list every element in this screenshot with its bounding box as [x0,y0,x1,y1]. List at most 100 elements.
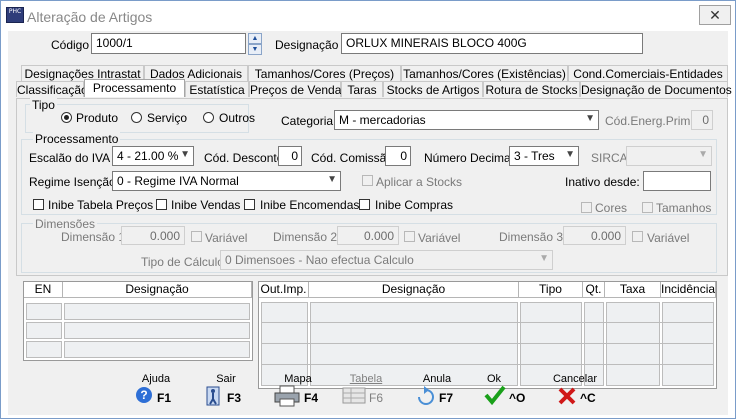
en-grid-header-designacao[interactable]: Designação [63,282,252,298]
taxas-grid-header-taxa[interactable]: Taxa [605,282,661,298]
tipo-calculo-select[interactable]: 0 Dimensoes - Nao efectua Calculo ▼ [220,250,553,270]
ajuda-key: F1 [157,391,172,405]
ajuda-button[interactable]: Ajuda ? F1 [126,373,186,413]
escalao-select[interactable]: 4 - 21.00 % ▼ [112,146,194,166]
grid-cell[interactable] [606,302,660,386]
inibe-vendas-checkbox[interactable] [156,199,167,210]
dimensoes-title: Dimensões [33,217,98,231]
dim2-variavel-label: Variável [418,231,461,245]
dim1-input[interactable]: 0.000 [121,226,185,245]
inibe-tabela-label: Inibe Tabela Preços [48,198,154,212]
grid-cell[interactable] [26,303,62,320]
taxas-grid-header-designacao[interactable]: Designação [309,282,519,298]
radio-servico[interactable] [131,112,142,123]
inativo-label: Inativo desde: [565,175,640,189]
taxas-grid-header-qt[interactable]: Qt. [583,282,605,298]
inativo-input[interactable] [643,171,711,191]
tab-cond-comerciais[interactable]: Cond.Comerciais-Entidades [568,65,728,81]
grid-cell[interactable] [64,322,250,339]
ok-button[interactable]: Ok ^O [476,373,536,413]
chevron-down-icon: ▼ [539,253,549,264]
taxas-grid-header-out-imp[interactable]: Out.Imp. [259,282,309,298]
close-button[interactable]: ✕ [699,5,731,25]
categoria-value: M - mercadorias [339,113,426,127]
tab-classificacao[interactable]: Classificação [16,81,88,97]
anula-key: F7 [439,391,454,405]
sair-label: Sair [216,373,236,385]
tipo-calculo-label: Tipo de Cálculo [141,255,224,269]
tab-estatistica[interactable]: Estatística [185,81,249,97]
dim2-variavel-checkbox[interactable] [404,231,415,242]
chevron-down-icon: ▼ [585,113,595,124]
chevron-down-icon: ▼ [327,174,337,185]
tamanhos-label: Tamanhos [656,201,712,215]
grid-cell[interactable] [64,303,250,320]
num-decimais-select[interactable]: 3 - Tres ▼ [509,146,579,166]
grid-divider [261,343,714,344]
cod-desconto-input[interactable]: 0 [278,146,302,166]
grid-cell[interactable] [64,341,250,358]
inibe-compras-checkbox[interactable] [359,199,370,210]
grid-cell[interactable] [26,322,62,339]
escalao-value: 4 - 21.00 % [117,149,179,163]
tab-designacao-documentos[interactable]: Designação de Documentos [580,81,732,97]
tab-rotura-de-stocks[interactable]: Rotura de Stocks [483,81,580,97]
anula-button[interactable]: Anula F7 [407,373,467,413]
dim1-variavel-checkbox[interactable] [191,231,202,242]
codigo-up-icon[interactable]: ▲ [248,33,262,44]
tab-stocks-de-artigos[interactable]: Stocks de Artigos [383,81,483,97]
cancelar-label: Cancelar [552,373,598,385]
sirca-select[interactable]: ▼ [626,146,712,166]
inibe-tabela-checkbox[interactable] [33,199,44,210]
inibe-vendas-label: Inibe Vendas [171,198,241,212]
radio-outros[interactable] [203,112,214,123]
exit-door-icon [206,386,220,406]
en-grid[interactable]: EN Designação [23,281,253,361]
categoria-select[interactable]: M - mercadorias ▼ [334,110,599,130]
cod-comissao-input[interactable]: 0 [385,146,411,166]
en-grid-header-en[interactable]: EN [24,282,63,298]
tab-processamento[interactable]: Processamento [84,79,185,97]
help-icon: ? [136,387,152,403]
undo-icon [418,386,434,405]
tab-precos-de-venda[interactable]: Preços de Venda [249,81,341,97]
mapa-label: Mapa [284,373,312,385]
grid-cell[interactable] [26,341,62,358]
regime-select[interactable]: 0 - Regime IVA Normal ▼ [112,171,341,191]
aplicar-stocks-checkbox[interactable] [362,175,373,186]
codigo-input[interactable]: 1000/1 [91,33,246,54]
table-icon [342,387,366,404]
codigo-down-icon[interactable]: ▼ [248,44,262,55]
taxas-grid-header-incidencia[interactable]: Incidência [661,282,716,298]
taxas-grid-header-tipo[interactable]: Tipo [519,282,583,298]
grid-cell[interactable] [662,302,714,386]
radio-servico-label: Serviço [147,111,188,125]
en-grid-rows[interactable] [24,300,252,360]
tamanhos-checkbox[interactable] [642,202,653,213]
cores-checkbox[interactable] [581,202,592,213]
tabela-button[interactable]: Tabela F6 [336,373,396,413]
inibe-encomendas-checkbox[interactable] [244,199,255,210]
inibe-compras-label: Inibe Compras [375,198,454,212]
dialog-body: Código 1000/1 ▲ ▼ Designação ORLUX MINER… [8,31,732,415]
radio-produto[interactable] [61,112,72,123]
cod-energ-input[interactable]: 0 [691,110,713,130]
regime-value: 0 - Regime IVA Normal [117,174,239,188]
ok-label: Ok [486,373,502,385]
dim2-input[interactable]: 0.000 [337,226,399,245]
dim3-input[interactable]: 0.000 [563,226,626,245]
radio-produto-label: Produto [76,111,119,125]
sair-button[interactable]: Sair F3 [196,373,256,413]
ok-key: ^O [509,391,526,405]
tab-tamanhos-cores-existencias[interactable]: Tamanhos/Cores (Existências) [401,65,568,81]
escalao-label: Escalão do IVA [29,151,111,165]
cancelar-button[interactable]: Cancelar ^C [545,373,605,413]
mapa-button[interactable]: Mapa F4 [268,373,328,413]
designacao-input[interactable]: ORLUX MINERAIS BLOCO 400G [341,33,643,54]
title-bar[interactable]: PHC Alteração de Artigos ✕ [1,1,735,31]
tab-taras[interactable]: Taras [341,81,383,97]
regime-label: Regime Isenção: [29,175,120,189]
tab-tamanhos-cores-precos[interactable]: Tamanhos/Cores (Preços) [248,65,401,81]
dim3-variavel-checkbox[interactable] [632,231,643,242]
sirca-label: SIRCA [591,151,628,165]
